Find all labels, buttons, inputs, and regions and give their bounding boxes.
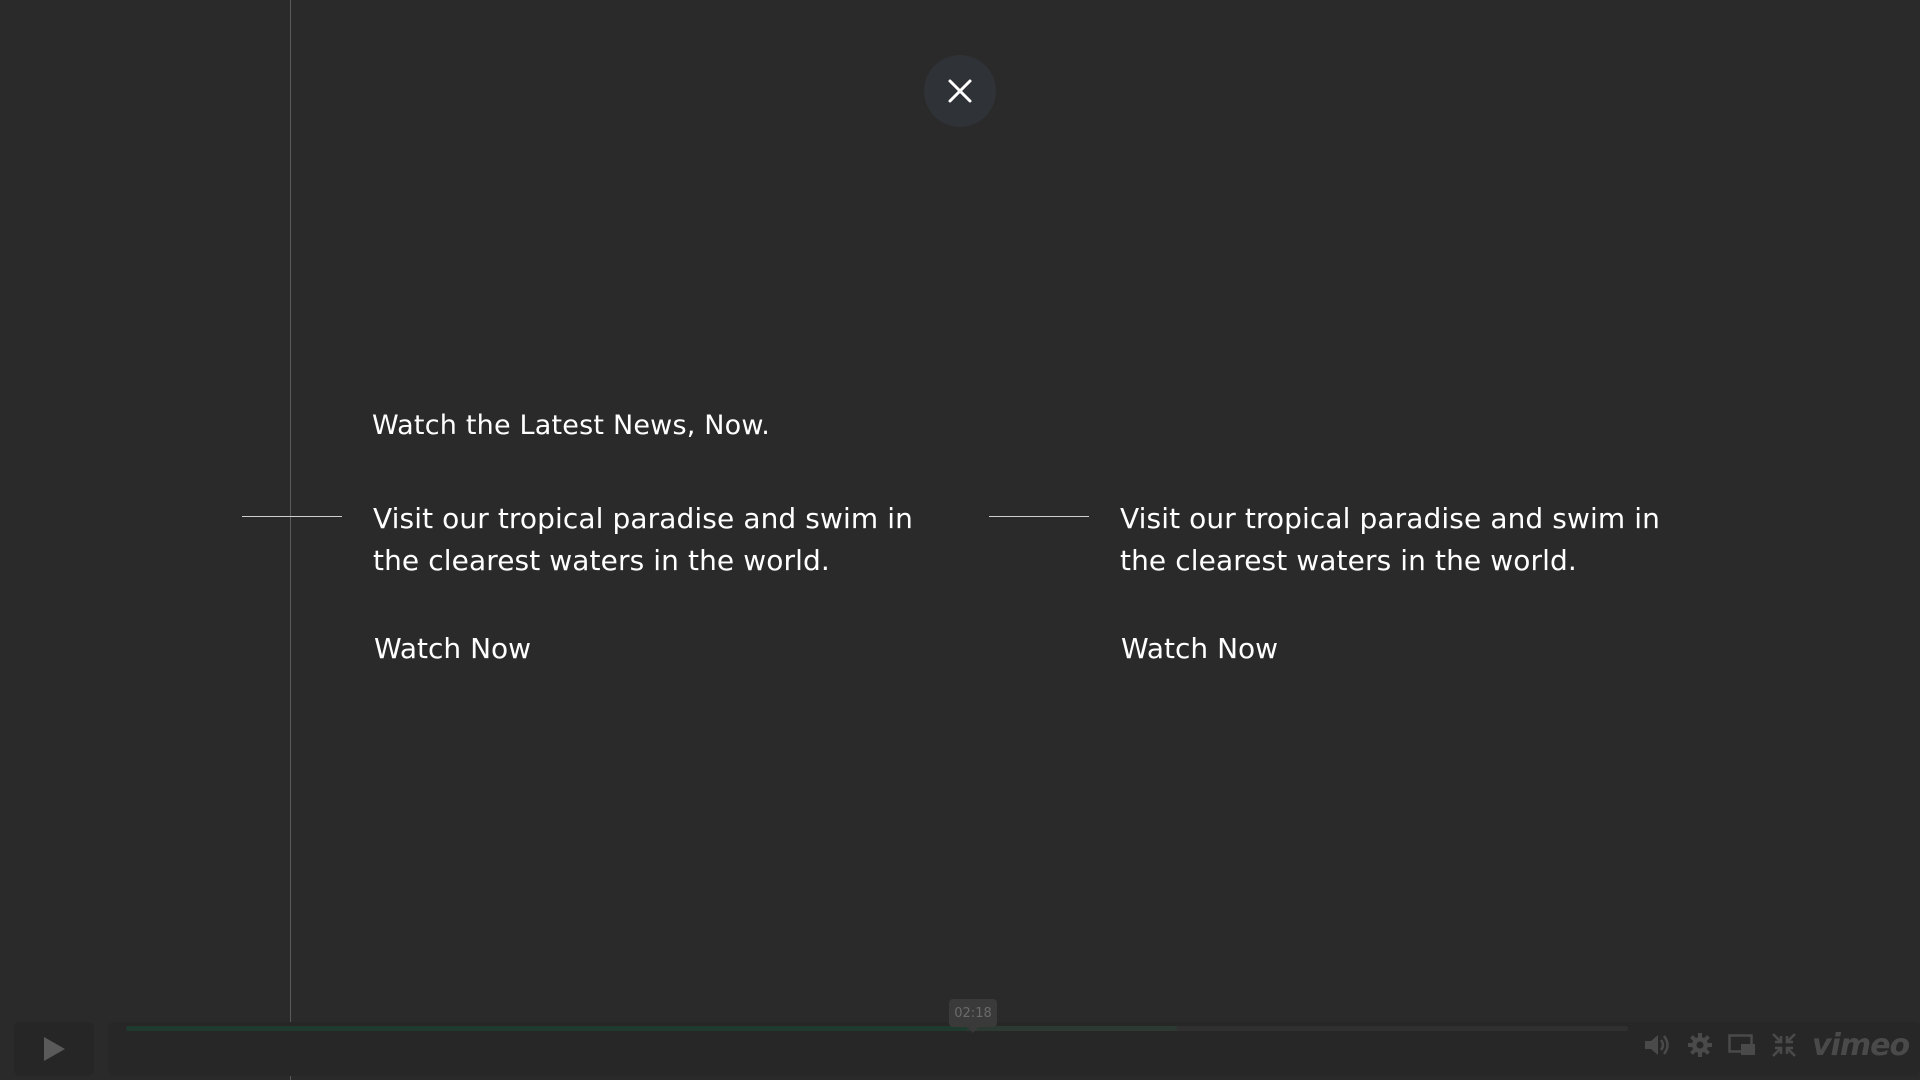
volume-button[interactable] bbox=[1642, 1030, 1672, 1060]
play-button[interactable] bbox=[14, 1022, 94, 1076]
pip-button[interactable] bbox=[1727, 1030, 1757, 1060]
fullscreen-exit-icon bbox=[1772, 1033, 1796, 1057]
item-divider bbox=[989, 516, 1089, 517]
video-overlay-stage: Watch the Latest News, Now. Visit our tr… bbox=[0, 0, 1920, 1080]
pip-icon bbox=[1728, 1034, 1755, 1055]
fullscreen-exit-button[interactable] bbox=[1769, 1030, 1799, 1060]
close-icon bbox=[948, 79, 972, 103]
vertical-guide-line bbox=[290, 0, 291, 1080]
item-description: Visit our tropical paradise and swim in … bbox=[373, 502, 913, 577]
vimeo-logo[interactable]: vimeo bbox=[1812, 1028, 1910, 1063]
time-tooltip: 02:18 bbox=[949, 999, 997, 1033]
watch-now-link[interactable]: Watch Now bbox=[374, 632, 531, 665]
volume-icon bbox=[1645, 1035, 1669, 1055]
progress-track[interactable] bbox=[126, 1026, 1628, 1031]
watch-now-link[interactable]: Watch Now bbox=[1121, 632, 1278, 665]
item-divider bbox=[242, 516, 342, 517]
settings-icon bbox=[1688, 1033, 1712, 1057]
overlay-headline: Watch the Latest News, Now. bbox=[372, 410, 770, 441]
close-button[interactable] bbox=[924, 55, 996, 127]
play-icon bbox=[44, 1037, 65, 1061]
item-description: Visit our tropical paradise and swim in … bbox=[1120, 502, 1660, 577]
settings-button[interactable] bbox=[1685, 1030, 1715, 1060]
progress-fill bbox=[126, 1026, 968, 1031]
